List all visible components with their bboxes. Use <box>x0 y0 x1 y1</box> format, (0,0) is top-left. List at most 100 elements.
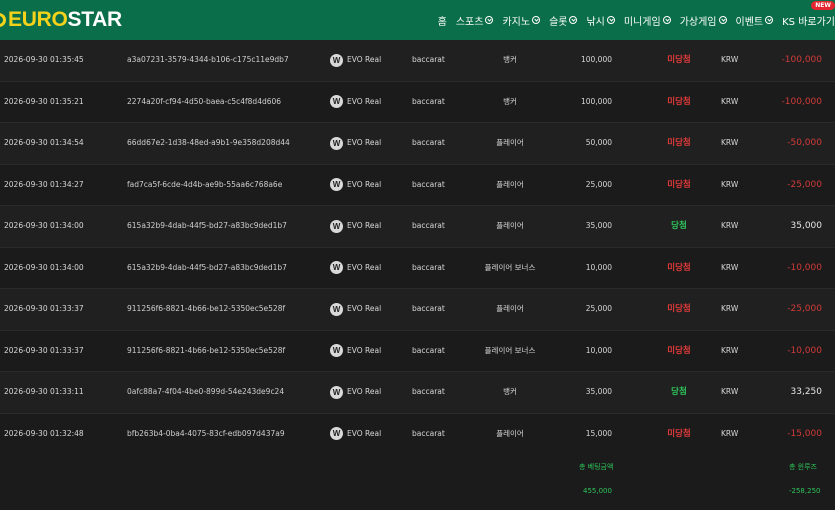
currency: KRW <box>721 304 739 313</box>
bet-id: 911256f6-8821-4b66-be12-5350ec5e528f <box>127 304 286 313</box>
result-status: 미당첨 <box>667 262 691 273</box>
nav-item-label: KS 바로가기 <box>782 16 835 28</box>
logo-star-text: STAR <box>67 8 122 31</box>
bet-date: 2026-09-30 01:33:37 <box>4 304 84 313</box>
bet-type: 뱅커 <box>503 387 517 396</box>
provider-logo-icon: W <box>330 219 343 233</box>
currency: KRW <box>721 179 739 189</box>
nav-item-3[interactable]: 슬롯 <box>549 13 578 28</box>
win-loss-amount: -25,000 <box>787 304 822 314</box>
new-badge: NEW <box>811 0 835 10</box>
provider-name: EVO Real <box>347 304 382 313</box>
nav-item-0[interactable]: 홈 <box>438 13 447 28</box>
bet-id: 911256f6-8821-4b66-be12-5350ec5e528f <box>127 345 286 355</box>
chevron-down-icon <box>606 16 615 24</box>
nav-item-2[interactable]: 카지노 <box>502 13 541 28</box>
main-nav: 홈 스포츠 카지노 슬롯 낚시 미니게임 가상게임 이벤트 KS 바로가기 NEW <box>438 0 835 40</box>
currency: KRW <box>721 96 739 106</box>
nav-item-label: 스포츠 <box>455 16 484 28</box>
provider-name: EVO Real <box>347 138 382 147</box>
bet-date: 2026-09-30 01:34:54 <box>4 138 84 147</box>
result-status: 미당첨 <box>667 304 691 314</box>
bet-type: 뱅커 <box>503 96 517 106</box>
bet-amount: 25,000 <box>585 304 612 313</box>
provider-cell: W EVO Real <box>330 40 381 80</box>
provider-cell: W EVO Real <box>330 206 381 246</box>
provider-cell: W EVO Real <box>330 165 381 205</box>
bet-date: 2026-09-30 01:33:11 <box>4 387 84 396</box>
table-row: 2026-09-30 01:34:00 615a32b9-4dab-44f5-bd… <box>0 206 835 248</box>
bet-id: 0afc88a7-4f04-4be0-899d-54e243de9c24 <box>127 387 285 396</box>
bet-type: 플레이어 <box>496 179 524 189</box>
bet-date: 2026-09-30 01:34:00 <box>4 262 84 272</box>
table-row: 2026-09-30 01:35:21 2274a20f-cf94-4d50-ba… <box>0 81 835 123</box>
bet-date: 2026-09-30 01:35:45 <box>4 55 84 64</box>
nav-item-7[interactable]: 이벤트 <box>736 13 774 28</box>
nav-item-label: 홈 <box>437 16 447 28</box>
currency: KRW <box>721 345 739 355</box>
chevron-down-icon <box>569 16 578 24</box>
provider-cell: W EVO Real <box>330 82 381 122</box>
bet-amount: 35,000 <box>585 387 612 396</box>
currency: KRW <box>721 55 739 64</box>
bet-amount: 35,000 <box>585 221 612 230</box>
nav-item-1[interactable]: 스포츠 <box>456 13 494 28</box>
nav-item-label: 가상게임 <box>679 16 717 28</box>
site-logo[interactable]: EURO STAR <box>0 7 122 33</box>
bet-amount: 10,000 <box>585 262 612 272</box>
win-loss-amount: -100,000 <box>781 55 822 65</box>
result-status: 미당첨 <box>667 138 691 148</box>
provider-logo-icon: W <box>330 53 343 67</box>
provider-cell: W EVO Real <box>330 123 381 163</box>
provider-logo-icon: W <box>330 261 343 274</box>
bet-amount: 25,000 <box>585 179 612 189</box>
bet-history-table: 2026-09-30 01:35:45 a3a07231-3579-4344-b1… <box>0 40 835 455</box>
result-status: 미당첨 <box>667 55 691 65</box>
provider-name: EVO Real <box>347 96 382 106</box>
nav-item-label: 카지노 <box>502 16 531 28</box>
top-header: EURO STAR 홈 스포츠 카지노 슬롯 낚시 미니게임 가상게임 이벤트 KS 바로가기 N… <box>0 0 835 40</box>
provider-cell: W EVO Real <box>330 289 381 329</box>
provider-logo-icon: W <box>330 344 343 357</box>
provider-name: EVO Real <box>347 221 382 230</box>
win-loss-amount: 33,250 <box>790 387 823 397</box>
nav-item-8[interactable]: KS 바로가기 NEW <box>782 0 835 28</box>
nav-item-6[interactable]: 가상게임 <box>680 13 727 28</box>
provider-name: EVO Real <box>347 55 382 64</box>
win-loss-amount: -50,000 <box>787 138 822 148</box>
total-winloss-label: 총 윈루즈 <box>789 463 817 471</box>
win-loss-amount: -10,000 <box>787 345 822 356</box>
totals-section: 총 베팅금액 455,000 총 윈루즈 -258,250 <box>0 446 835 510</box>
bet-type: 플레이어 <box>496 138 524 147</box>
result-status: 미당첨 <box>667 345 691 356</box>
chevron-down-icon <box>532 16 541 24</box>
bet-date: 2026-09-30 01:34:00 <box>4 221 84 230</box>
provider-name: EVO Real <box>347 262 382 272</box>
chevron-down-icon <box>662 16 671 24</box>
win-loss-amount: -25,000 <box>787 179 822 190</box>
nav-item-5[interactable]: 미니게임 <box>624 13 671 28</box>
chevron-down-icon <box>485 16 494 24</box>
table-row: 2026-09-30 01:34:00 615a32b9-4dab-44f5-bd… <box>0 247 835 289</box>
chevron-down-icon <box>718 16 727 24</box>
total-winloss-value: -258,250 <box>789 487 821 495</box>
provider-cell: W EVO Real <box>330 331 381 371</box>
logo-ring-icon <box>0 13 6 27</box>
bet-amount: 10,000 <box>585 345 612 355</box>
bet-type: 플레이어 보너스 <box>484 345 536 355</box>
bet-date: 2026-09-30 01:35:21 <box>4 96 84 106</box>
nav-item-4[interactable]: 낚시 <box>586 13 615 28</box>
currency: KRW <box>721 221 739 230</box>
win-loss-amount: 35,000 <box>790 221 823 231</box>
bet-id: 66dd67e2-1d38-48ed-a9b1-9e358d208d44 <box>127 138 290 147</box>
bet-id: 615a32b9-4dab-44f5-bd27-a83bc9ded1b7 <box>127 221 287 230</box>
bet-type: 플레이어 보너스 <box>484 262 536 272</box>
bet-type: 뱅커 <box>503 55 517 64</box>
bet-type: 플레이어 <box>496 221 524 230</box>
nav-item-label: 미니게임 <box>623 16 661 28</box>
bet-amount: 100,000 <box>580 96 612 106</box>
win-loss-amount: -10,000 <box>787 262 822 273</box>
provider-name: EVO Real <box>347 345 382 355</box>
provider-logo-icon: W <box>330 302 343 316</box>
result-status: 당첨 <box>671 387 687 397</box>
